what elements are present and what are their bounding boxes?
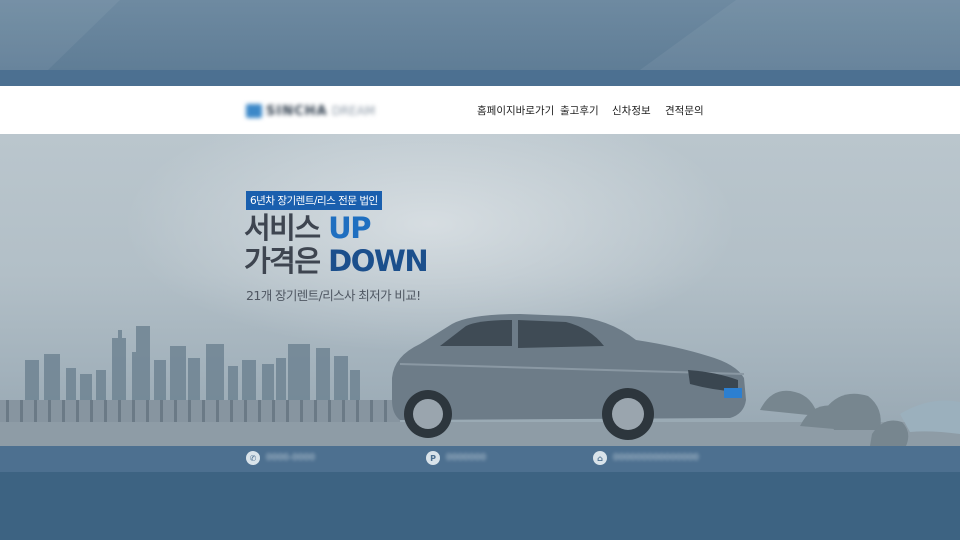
top-strip	[0, 70, 960, 86]
pier-wall	[0, 400, 400, 422]
contact-bar: ✆ 0000-0000 P 0000000 ⌂ 000000000000000	[0, 446, 960, 472]
nav-delivery-reviews[interactable]: 출고후기	[560, 103, 599, 118]
nav-homepage-link[interactable]: 홈페이지바로가기	[477, 103, 554, 118]
headline-2-accent: DOWN	[328, 244, 428, 278]
headline-1-text: 서비스	[244, 211, 329, 245]
phone-icon: ✆	[246, 451, 260, 465]
headline-2-text: 가격은	[244, 244, 329, 278]
contact-parking-text: 0000000	[446, 453, 487, 463]
hero-scene-illustration	[0, 314, 960, 446]
footer-background	[0, 472, 960, 540]
city-skyline	[25, 326, 360, 402]
nav-quote-inquiry[interactable]: 견적문의	[665, 103, 704, 118]
contact-parking[interactable]: P 0000000	[426, 451, 486, 465]
logo-text: SINCHA	[266, 103, 328, 119]
hero-badge: 6년차 장기렌트/리스 전문 법인	[246, 191, 382, 210]
contact-phone-text: 0000-0000	[266, 453, 316, 463]
logo-subtext: DREAM	[331, 104, 376, 118]
site-logo[interactable]: SINCHA DREAM	[246, 101, 404, 121]
backdrop-facet	[640, 0, 960, 70]
top-backdrop	[0, 0, 960, 70]
hero-subtitle: 21개 장기렌트/리스사 최저가 비교!	[246, 288, 421, 303]
nav-new-car-info[interactable]: 신차정보	[612, 103, 651, 118]
headline-1-accent: UP	[328, 211, 371, 245]
headline-line-2: 가격은 DOWN	[244, 244, 429, 278]
logo-mark-icon	[246, 104, 262, 118]
home-icon: ⌂	[593, 451, 607, 465]
contact-address-text: 000000000000000	[613, 453, 699, 463]
contact-address[interactable]: ⌂ 000000000000000	[593, 451, 699, 465]
contact-phone[interactable]: ✆ 0000-0000	[246, 451, 315, 465]
parking-icon: P	[426, 451, 440, 465]
backdrop-facet	[0, 0, 120, 70]
suv-car	[392, 314, 746, 440]
headline-line-1: 서비스 UP	[244, 211, 371, 245]
site-header: SINCHA DREAM 홈페이지바로가기 출고후기 신차정보 견적문의	[0, 86, 960, 134]
